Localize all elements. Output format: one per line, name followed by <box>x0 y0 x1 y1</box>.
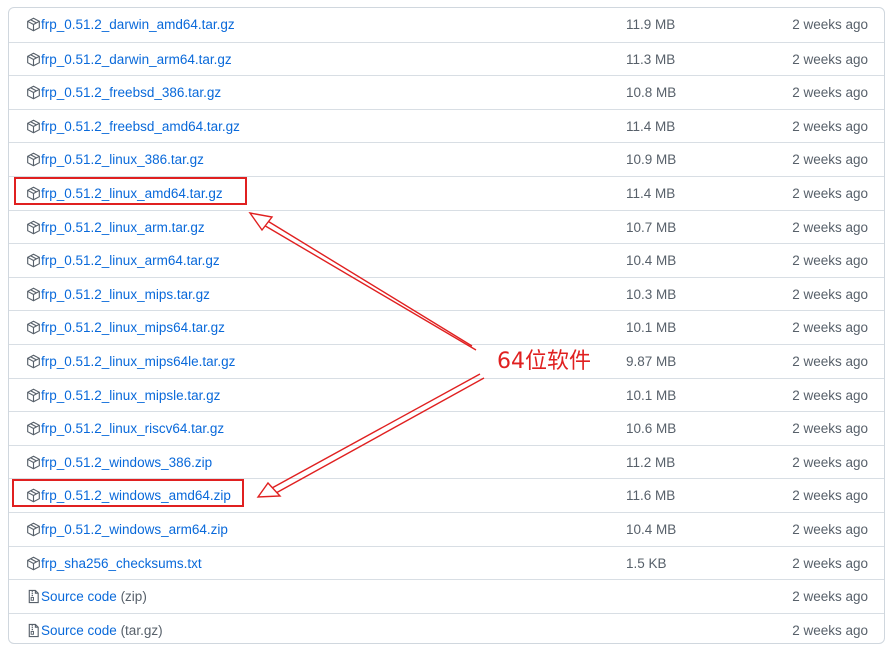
annotation-arrows <box>248 212 485 498</box>
arrow-to-windows-amd64 <box>256 373 485 498</box>
annotation-label: 64位软件 <box>497 349 591 374</box>
arrow-to-linux-amd64 <box>248 212 477 351</box>
